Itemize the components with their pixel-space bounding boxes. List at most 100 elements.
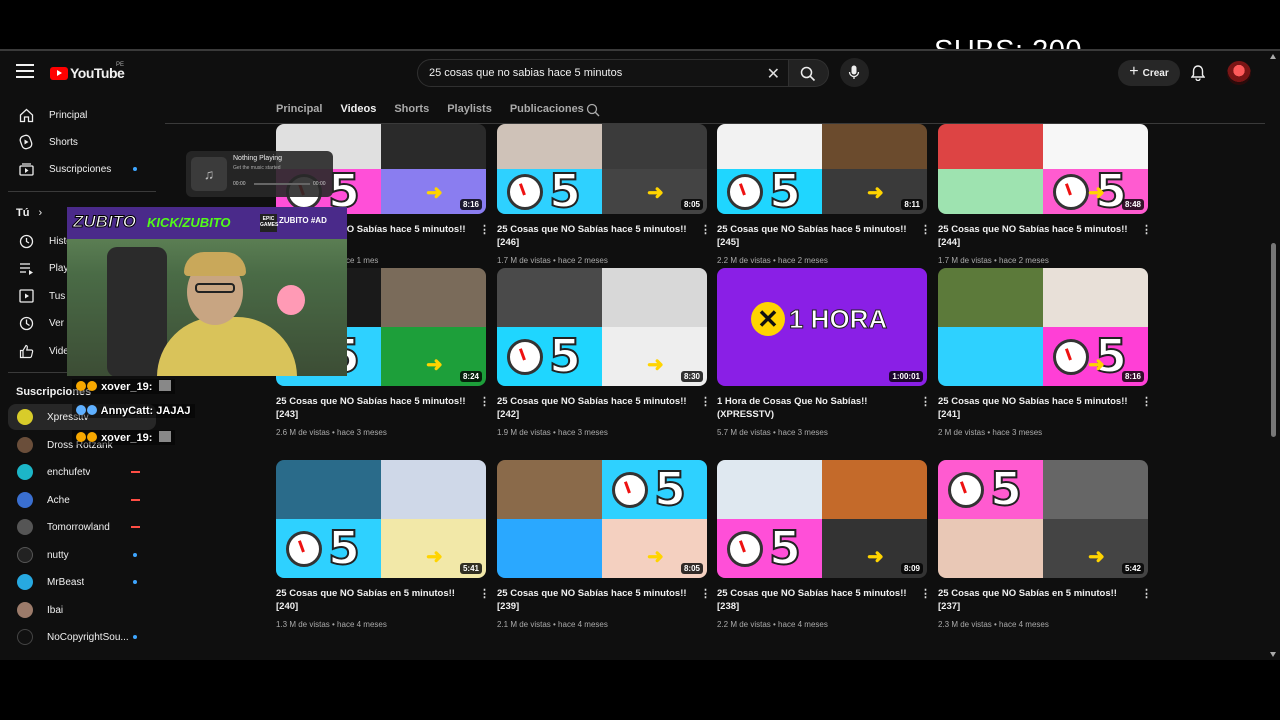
- search-input[interactable]: 25 cosas que no sabias hace 5 minutos ✕: [417, 59, 789, 87]
- tab-shorts[interactable]: Shorts: [394, 103, 429, 119]
- video-grid: 5 ➜ 8:16 25 Cosas que NO Sabías hace 5 minu…: [276, 124, 1156, 660]
- video-metadata: 5.7 M de vistas • hace 3 meses: [717, 428, 828, 437]
- sidebar-channel-ache[interactable]: Ache: [0, 487, 155, 513]
- video-thumbnail[interactable]: ✕ 1 HORA 1:00:01: [717, 268, 927, 386]
- video-duration-badge: 8:16: [459, 199, 482, 210]
- video-title[interactable]: 25 Cosas que NO Sabías en 5 minutos!! [2…: [276, 587, 472, 613]
- sidebar-channel-tomorrowland[interactable]: Tomorrowland: [0, 514, 155, 540]
- sidebar-channel-ibai[interactable]: Ibai: [0, 597, 155, 623]
- video-more-options-icon[interactable]: ⋮: [479, 223, 490, 236]
- video-thumbnail[interactable]: 5 ➜ 8:30: [497, 268, 707, 386]
- scrollbar-thumb[interactable]: [1271, 243, 1276, 437]
- stream-banner: ZUBITO KICK/ZUBITO EPIC GAMES ZUBITO #AD: [67, 207, 347, 239]
- video-duration-badge: 8:09: [900, 563, 923, 574]
- video-metadata: 2.1 M de vistas • hace 4 meses: [497, 620, 608, 629]
- yellow-arrow-icon: ➜: [426, 546, 443, 568]
- account-avatar[interactable]: [1227, 61, 1251, 85]
- channel-tabs: Principal Videos Shorts Playlists Public…: [276, 103, 584, 119]
- video-more-options-icon[interactable]: ⋮: [700, 223, 711, 236]
- tab-playlists[interactable]: Playlists: [447, 103, 492, 119]
- five-graphic: 5: [768, 520, 802, 575]
- yellow-arrow-icon: ➜: [647, 546, 664, 568]
- clock-icon: [1053, 173, 1089, 210]
- video-more-options-icon[interactable]: ⋮: [1141, 587, 1152, 600]
- video-title[interactable]: 25 Cosas que NO Sabías hace 5 minutos!! …: [497, 587, 693, 613]
- voice-search-button[interactable]: [840, 58, 869, 87]
- menu-icon[interactable]: [16, 64, 34, 78]
- video-thumbnail[interactable]: 5 ➜ 8:11: [717, 124, 927, 214]
- notifications-bell-icon[interactable]: [1190, 65, 1206, 86]
- video-more-options-icon[interactable]: ⋮: [920, 395, 931, 408]
- thumbnail-panel: [276, 460, 381, 519]
- sidebar-item-principal[interactable]: Principal: [0, 102, 155, 128]
- video-duration-badge: 8:48: [1121, 199, 1144, 210]
- video-title[interactable]: 25 Cosas que NO Sabías hace 5 minutos!! …: [938, 223, 1134, 249]
- sidebar-channel-nocopyrightsounds[interactable]: NoCopyrightSou...: [0, 624, 155, 650]
- scroll-down-arrow-icon[interactable]: [1270, 652, 1276, 657]
- video-more-options-icon[interactable]: ⋮: [1141, 395, 1152, 408]
- tab-publicaciones[interactable]: Publicaciones: [510, 103, 584, 119]
- five-graphic: 5: [548, 163, 582, 215]
- clock-icon: [727, 530, 763, 567]
- video-more-options-icon[interactable]: ⋮: [479, 587, 490, 600]
- video-more-options-icon[interactable]: ⋮: [920, 223, 931, 236]
- video-title[interactable]: 25 Cosas que NO Sabías hace 5 minutos!! …: [276, 395, 472, 421]
- sidebar-item-shorts[interactable]: Shorts: [0, 129, 155, 155]
- video-more-options-icon[interactable]: ⋮: [700, 587, 711, 600]
- video-thumbnail[interactable]: 5 ➜ 5:41: [276, 460, 486, 578]
- video-thumbnail[interactable]: 5 ➜ 8:05: [497, 460, 707, 578]
- video-title[interactable]: 25 Cosas que NO Sabías hace 5 minutos!! …: [938, 395, 1134, 421]
- streamer-webcam: ZUBITO KICK/ZUBITO EPIC GAMES ZUBITO #AD: [67, 207, 347, 376]
- video-thumbnail[interactable]: 5 ➜ 8:05: [497, 124, 707, 214]
- video-title[interactable]: 1 Hora de Cosas Que No Sabías!! (XPRESST…: [717, 395, 913, 421]
- sub-badge-icon: [76, 405, 86, 415]
- emote-icon: [158, 431, 171, 442]
- create-button[interactable]: + Crear: [1118, 60, 1180, 86]
- live-indicator-icon: [131, 471, 140, 473]
- video-thumbnail[interactable]: 5 ➜ 8:48: [938, 124, 1148, 214]
- video-more-options-icon[interactable]: ⋮: [1141, 223, 1152, 236]
- tab-videos[interactable]: Videos: [340, 103, 376, 119]
- search-button[interactable]: [789, 59, 829, 87]
- clock-icon: [286, 530, 322, 567]
- sidebar-item-suscripciones[interactable]: Suscripciones: [0, 156, 155, 182]
- video-duration-badge: 8:16: [1121, 371, 1144, 382]
- video-metadata: 1.9 M de vistas • hace 3 meses: [497, 428, 608, 437]
- youtube-logo[interactable]: YouTube PE: [50, 62, 125, 81]
- channel-avatar: [17, 547, 33, 563]
- clear-search-icon[interactable]: ✕: [767, 64, 780, 84]
- channel-search-icon[interactable]: [586, 103, 600, 122]
- clock-icon: [1053, 338, 1089, 375]
- video-more-options-icon[interactable]: ⋮: [920, 587, 931, 600]
- five-graphic: 5: [989, 461, 1023, 516]
- sidebar-channel-mrbeast[interactable]: MrBeast: [0, 569, 155, 595]
- scroll-up-arrow-icon[interactable]: [1270, 54, 1276, 59]
- clock-icon: [612, 471, 648, 508]
- video-title[interactable]: 25 Cosas que NO Sabías en 5 minutos!! [2…: [938, 587, 1134, 613]
- sidebar-channel-nutty[interactable]: nutty: [0, 542, 155, 568]
- video-thumbnail[interactable]: 5 ➜ 5:42: [938, 460, 1148, 578]
- video-thumbnail[interactable]: 5 ➜ 8:09: [717, 460, 927, 578]
- video-thumbnail[interactable]: 5 ➜ 8:16: [938, 268, 1148, 386]
- search-icon: [800, 66, 816, 82]
- video-more-options-icon[interactable]: ⋮: [700, 395, 711, 408]
- video-title[interactable]: 25 Cosas que NO Sabías hace 5 minutos!! …: [497, 395, 693, 421]
- video-duration-badge: 8:11: [901, 199, 923, 210]
- crown-badge-icon: [76, 432, 86, 442]
- thumbnail-panel: [938, 169, 1043, 214]
- video-title[interactable]: 25 Cosas que NO Sabías hace 5 minutos!! …: [717, 223, 913, 249]
- history-icon: [17, 232, 35, 250]
- video-title[interactable]: 25 Cosas que NO Sabías hace 5 minutos!! …: [717, 587, 913, 613]
- like-icon: [17, 342, 35, 360]
- thumbnail-panel: [381, 124, 486, 169]
- video-more-options-icon[interactable]: ⋮: [479, 395, 490, 408]
- thumbnail-panel: [497, 268, 602, 327]
- tab-principal[interactable]: Principal: [276, 103, 322, 119]
- clock-icon: [727, 173, 763, 210]
- you-heading[interactable]: Tú ›: [16, 207, 42, 219]
- emote-icon: [158, 380, 171, 391]
- video-title[interactable]: 25 Cosas que NO Sabías hace 5 minutos!! …: [497, 223, 693, 249]
- yellow-arrow-icon: ➜: [1088, 546, 1105, 568]
- sidebar-channel-enchufetv[interactable]: enchufetv: [0, 459, 155, 485]
- five-graphic: 5: [768, 163, 802, 215]
